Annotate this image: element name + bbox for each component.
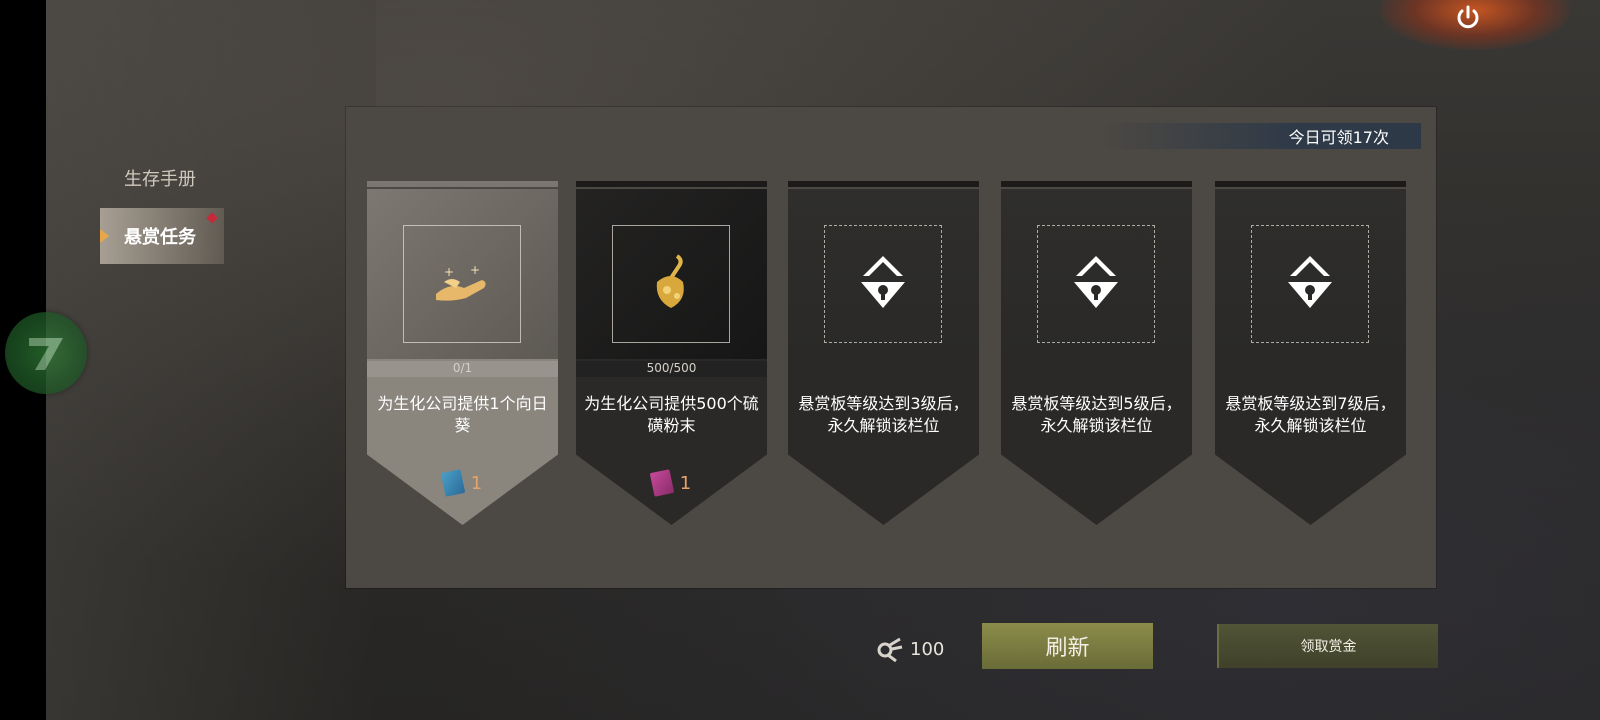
seven-logo-icon: [29, 338, 63, 370]
sunflower-hands-icon: + +: [436, 263, 486, 301]
reward-quantity: 1: [679, 472, 692, 494]
locked-slot-icon: [1288, 256, 1332, 308]
side-nav: 生存手册 悬赏任务: [100, 158, 224, 264]
locked-bounty-card[interactable]: 悬赏板等级达到5级后，永久解锁该栏位: [1001, 181, 1192, 531]
card-image-area: + +: [367, 189, 558, 359]
claim-bounty-button[interactable]: 领取赏金: [1217, 624, 1438, 668]
card-top-strip: [788, 181, 979, 187]
blue-book-icon: [440, 469, 466, 497]
daily-claims-text: 今日可领17次: [1288, 128, 1389, 147]
card-top-strip: [576, 181, 767, 187]
item-frame: + +: [403, 225, 521, 343]
power-button[interactable]: [1452, 2, 1484, 34]
unlock-requirement: 悬赏板等级达到7级后，永久解锁该栏位: [1225, 394, 1396, 435]
reward-quantity: 1: [470, 472, 483, 494]
unlock-requirement: 悬赏板等级达到5级后，永久解锁该栏位: [1011, 394, 1182, 435]
bounty-card[interactable]: + + 0/1 为生化公司提供1个向日葵 1: [367, 181, 558, 531]
notification-dot: [206, 212, 218, 224]
card-image-area: [576, 189, 767, 359]
card-top-strip: [367, 181, 558, 187]
claim-label: 领取赏金: [1300, 639, 1357, 655]
unlock-requirement: 悬赏板等级达到3级后，永久解锁该栏位: [798, 394, 969, 435]
card-image-area: [788, 189, 979, 359]
task-progress: 500/500: [576, 361, 767, 377]
locked-bounty-card[interactable]: 悬赏板等级达到3级后，永久解锁该栏位: [788, 181, 979, 531]
svg-text:+: +: [444, 265, 454, 279]
currency-value: 100: [910, 638, 945, 660]
task-reward: 1: [367, 469, 558, 497]
bounty-card[interactable]: 500/500 为生化公司提供500个硫磺粉末 1: [576, 181, 767, 531]
nav-item-survival-manual[interactable]: 生存手册: [100, 158, 224, 198]
task-progress: 0/1: [367, 361, 558, 377]
card-top-strip: [1215, 181, 1406, 187]
nav-item-bounty-tasks[interactable]: 悬赏任务: [100, 208, 224, 264]
bounty-panel: 今日可领17次 + + 0/1 为生化公司提供1个向日葵 1 500/500 为…: [346, 107, 1436, 588]
refresh-label: 刷新: [1045, 636, 1090, 661]
floating-assistant-button[interactable]: [5, 312, 87, 394]
card-top-strip: [1001, 181, 1192, 187]
nav-item-label: 生存手册: [124, 169, 196, 190]
card-image-area: [1001, 189, 1192, 359]
power-icon: [1457, 5, 1479, 29]
daily-claims-label: 今日可领17次: [1101, 123, 1421, 149]
nav-item-label: 悬赏任务: [124, 227, 196, 248]
refresh-cost: 100: [874, 635, 944, 663]
svg-text:+: +: [470, 263, 480, 277]
locked-slot-icon: [1074, 256, 1118, 308]
locked-frame: [1037, 225, 1155, 343]
background-wall: [46, 0, 376, 720]
locked-slot-icon: [861, 256, 905, 308]
task-description: 为生化公司提供1个向日葵: [377, 394, 548, 435]
locked-bounty-card[interactable]: 悬赏板等级达到7级后，永久解锁该栏位: [1215, 181, 1406, 531]
item-frame: [612, 225, 730, 343]
task-description: 为生化公司提供500个硫磺粉末: [584, 394, 759, 435]
locked-frame: [1251, 225, 1369, 343]
scrap-parts-icon: [877, 637, 903, 663]
pink-book-icon: [649, 469, 675, 497]
refresh-button[interactable]: 刷新: [982, 623, 1153, 669]
task-reward: 1: [576, 469, 767, 497]
sulfur-powder-icon: [656, 254, 684, 308]
locked-frame: [824, 225, 942, 343]
card-image-area: [1215, 189, 1406, 359]
